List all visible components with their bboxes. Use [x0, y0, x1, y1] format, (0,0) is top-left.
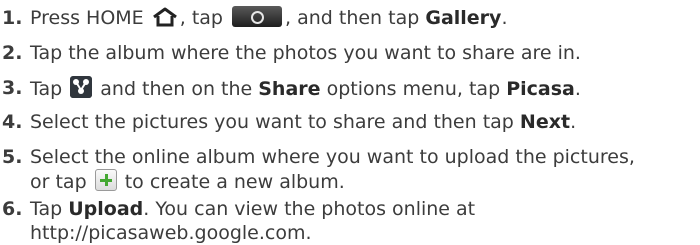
- step-text: and then on the: [100, 78, 253, 100]
- step-text: . You can view the photos online at: [143, 198, 476, 220]
- home-icon: [152, 7, 177, 27]
- step-text: options menu, tap: [326, 78, 501, 100]
- step-text: , tap: [179, 7, 223, 29]
- step-text: Press HOME: [30, 7, 144, 29]
- step-6: 6. Tap Upload. You can view the photos o…: [0, 197, 700, 245]
- upload-label: Upload: [68, 198, 144, 220]
- plus-icon: [94, 169, 117, 191]
- picasa-url: http://picasaweb.google.com.: [30, 222, 312, 244]
- step-text: or tap: [30, 171, 87, 193]
- step-5: 5. Select the online album where you wan…: [0, 145, 700, 193]
- step-text: to create a new album.: [124, 171, 345, 193]
- instruction-steps: 1. Press HOME , tap , and then tap Galle…: [0, 0, 700, 245]
- step-number: 3.: [2, 77, 23, 99]
- picasa-label: Picasa: [506, 78, 575, 100]
- step-number: 2.: [2, 42, 23, 64]
- gallery-label: Gallery: [425, 7, 502, 29]
- step-text: .: [574, 78, 581, 100]
- step-number: 5.: [2, 146, 23, 168]
- step-text: .: [501, 7, 508, 29]
- step-number: 1.: [2, 7, 23, 29]
- camera-icon: [232, 6, 283, 27]
- step-text: Select the pictures you want to share an…: [30, 111, 514, 133]
- step-number: 4.: [2, 111, 23, 133]
- step-text: Tap the album where the photos you want …: [30, 42, 581, 64]
- next-label: Next: [519, 111, 571, 133]
- step-text: Select the online album where you want t…: [30, 146, 635, 168]
- step-text: Tap: [30, 78, 63, 100]
- step-text: Tap: [30, 198, 63, 220]
- share-label: Share: [258, 78, 321, 100]
- step-text: , and then tap: [285, 7, 420, 29]
- share-icon: [70, 76, 93, 98]
- step-text: .: [570, 111, 577, 133]
- step-number: 6.: [2, 198, 23, 220]
